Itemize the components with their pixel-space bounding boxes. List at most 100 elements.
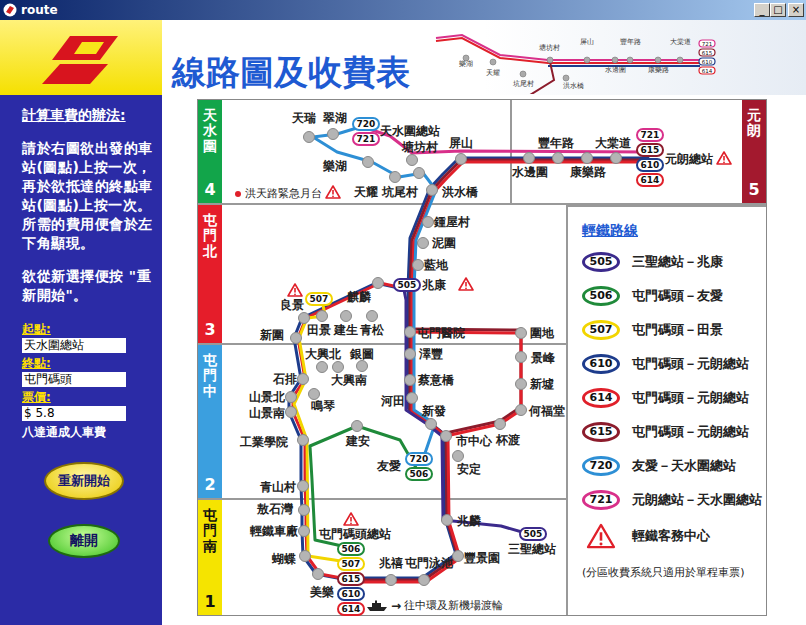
station-label[interactable]: 景峰 (531, 351, 555, 365)
station-label[interactable]: 工業學院 (240, 435, 288, 449)
station-label[interactable]: 塘坊村 (402, 140, 438, 154)
route-badge[interactable]: 614 (337, 602, 365, 616)
station-dot[interactable] (332, 361, 344, 373)
station-label[interactable]: 鳴琴 (311, 399, 335, 413)
station-label[interactable]: 田景 (307, 323, 331, 337)
station-dot[interactable] (340, 310, 352, 322)
station-label[interactable]: 大興南 (331, 373, 367, 387)
station-dot[interactable] (552, 152, 564, 164)
station-label[interactable]: 建安 (346, 434, 370, 448)
station-label[interactable]: 敖石灣 (257, 502, 293, 516)
station-dot[interactable] (362, 156, 374, 168)
station-dot[interactable] (297, 373, 309, 385)
station-label[interactable]: 元朗總站 (665, 152, 713, 166)
station-label[interactable]: 天瑞 (292, 111, 316, 125)
station-label[interactable]: 大興北 (305, 347, 341, 361)
station-label[interactable]: 何福堂 (529, 404, 565, 418)
station-dot[interactable] (298, 525, 310, 537)
station-label[interactable]: 屯門泳池 (405, 556, 453, 570)
station-dot[interactable] (385, 574, 397, 586)
route-badge[interactable]: 721 (636, 128, 664, 142)
route-badge[interactable]: 720 (405, 452, 433, 466)
station-dot[interactable] (412, 259, 424, 271)
station-label[interactable]: 友愛 (377, 459, 401, 473)
station-label[interactable]: 兆禧 (379, 556, 403, 570)
station-label[interactable]: 兆康 (422, 278, 446, 292)
station-dot[interactable] (515, 327, 527, 339)
station-label[interactable]: 市中心 (456, 434, 492, 448)
station-dot[interactable] (440, 430, 452, 442)
station-dot[interactable] (413, 167, 425, 179)
station-label[interactable]: 泥圍 (432, 236, 456, 250)
station-dot[interactable] (452, 550, 464, 562)
station-dot[interactable] (406, 154, 418, 166)
station-dot[interactable] (422, 216, 434, 228)
station-label[interactable]: 良景 (280, 298, 304, 312)
station-label[interactable]: 新發 (422, 404, 446, 418)
station-dot[interactable] (404, 326, 416, 338)
station-dot[interactable] (610, 152, 622, 164)
station-label[interactable]: 杯渡 (496, 433, 520, 447)
station-dot[interactable] (308, 388, 320, 400)
station-dot[interactable] (404, 374, 416, 386)
station-label[interactable]: 輕鐵車廠 (250, 524, 298, 538)
station-dot[interactable] (297, 480, 309, 492)
station-dot[interactable] (406, 392, 418, 404)
station-dot[interactable] (389, 171, 401, 183)
route-badge[interactable]: 505 (519, 527, 547, 541)
station-label[interactable]: 麒麟 (347, 290, 371, 304)
station-dot[interactable] (417, 237, 429, 249)
station-dot[interactable] (285, 406, 297, 418)
station-label[interactable]: 洪水橋 (442, 185, 478, 199)
station-label[interactable]: 新圍 (260, 328, 284, 342)
route-badge[interactable]: 506 (405, 467, 433, 481)
route-badge[interactable]: 614 (636, 173, 664, 187)
route-badge[interactable]: 615 (636, 143, 664, 157)
station-label[interactable]: 建生 (334, 323, 358, 337)
station-dot[interactable] (351, 420, 363, 432)
station-label[interactable]: 坑尾村 (382, 185, 418, 199)
station-dot[interactable] (327, 128, 339, 140)
route-badge[interactable]: 721 (352, 132, 380, 146)
reset-button[interactable]: 重新開始 (44, 462, 124, 500)
station-label[interactable]: 新墟 (530, 377, 554, 391)
station-dot[interactable] (297, 434, 309, 446)
station-label[interactable]: 銀圖 (350, 347, 374, 361)
route-badge[interactable]: 505 (393, 278, 421, 292)
station-label[interactable]: 天水圍總站 (380, 124, 440, 138)
route-badge[interactable]: 720 (352, 117, 380, 131)
station-label[interactable]: 屯門碼頭總站 (319, 527, 391, 541)
station-dot[interactable] (299, 550, 311, 562)
station-dot[interactable] (404, 348, 416, 360)
station-label[interactable]: 圍地 (530, 326, 554, 340)
station-dot[interactable] (298, 312, 310, 324)
station-label[interactable]: 青松 (360, 323, 384, 337)
station-label[interactable]: 樂湖 (323, 159, 347, 173)
station-dot[interactable] (581, 152, 593, 164)
station-label[interactable]: 石排 (273, 372, 297, 386)
route-badge[interactable]: 507 (337, 557, 365, 571)
station-label[interactable]: 藍地 (424, 258, 448, 272)
station-label[interactable]: 三聖總站 (508, 542, 556, 556)
route-badge[interactable]: 610 (636, 158, 664, 172)
station-dot[interactable] (312, 568, 324, 580)
station-dot[interactable] (316, 310, 328, 322)
station-label[interactable]: 康樂路 (570, 165, 606, 179)
station-dot[interactable] (366, 310, 378, 322)
station-label[interactable]: 豐景園 (464, 551, 500, 565)
station-dot[interactable] (425, 418, 437, 430)
station-dot[interactable] (356, 360, 368, 372)
station-label[interactable]: 豐年路 (538, 136, 574, 150)
station-label[interactable]: 山景北 (249, 390, 285, 404)
station-label[interactable]: 大棠道 (595, 136, 631, 150)
station-dot[interactable] (515, 378, 527, 390)
station-dot[interactable] (285, 391, 297, 403)
station-dot[interactable] (441, 514, 453, 526)
route-badge[interactable]: 610 (337, 587, 365, 601)
station-dot[interactable] (494, 418, 506, 430)
station-dot[interactable] (452, 450, 464, 462)
window-control-button[interactable]: _ (754, 3, 770, 17)
station-dot[interactable] (515, 404, 527, 416)
station-label[interactable]: 蝴蝶 (272, 552, 296, 566)
station-dot[interactable] (303, 131, 315, 143)
